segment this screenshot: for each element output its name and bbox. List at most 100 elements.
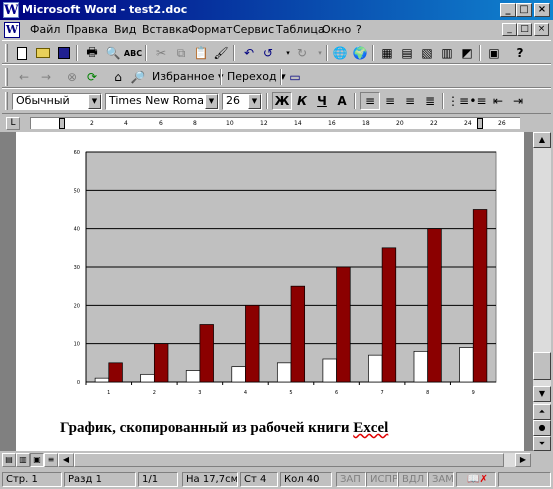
bold-button[interactable]: Ж <box>272 92 292 110</box>
scroll-left-icon[interactable]: ◀ <box>58 453 74 467</box>
menu-window[interactable]: Окно <box>322 23 351 36</box>
save-icon[interactable] <box>54 44 74 62</box>
open-folder-icon[interactable] <box>33 44 53 62</box>
align-center-icon[interactable]: ≡ <box>380 92 400 110</box>
print-icon[interactable]: 🖶 <box>82 44 102 62</box>
favorites-menu[interactable]: Избранное ▾ <box>152 70 224 83</box>
status-rec[interactable]: ЗАП <box>336 472 366 487</box>
align-right-icon[interactable]: ≡ <box>400 92 420 110</box>
spelling-status-icon[interactable]: 📖✗ <box>456 472 496 487</box>
justify-icon[interactable]: ≣ <box>420 92 440 110</box>
toolbar-grip[interactable] <box>5 44 8 62</box>
undo-icon[interactable]: ↶ <box>239 44 259 62</box>
show-only-web-toolbar-icon[interactable]: ▭ <box>285 68 305 86</box>
indent-marker-icon[interactable] <box>59 118 65 129</box>
document-icon[interactable]: W <box>4 22 20 38</box>
word-logo-icon[interactable]: W <box>3 2 19 18</box>
home-icon[interactable]: ⌂ <box>108 68 128 86</box>
select-browse-object-icon[interactable]: ● <box>533 420 551 436</box>
hyperlink-icon[interactable]: 🌐 <box>330 44 350 62</box>
ruler-strip[interactable]: 2 4 6 8 10 12 14 16 18 20 22 24 26 <box>30 117 520 129</box>
toolbar-grip[interactable] <box>5 68 8 86</box>
bar <box>336 266 351 383</box>
menu-edit[interactable]: Правка <box>66 23 108 36</box>
x-tick-label: 2 <box>153 390 156 396</box>
ruler-tick: 20 <box>396 120 404 127</box>
minimize-button[interactable]: _ <box>500 3 516 17</box>
numbering-icon[interactable]: ⋮≡ <box>447 92 469 110</box>
cut-icon[interactable]: ✂ <box>151 44 171 62</box>
align-left-icon[interactable]: ≡ <box>360 92 380 110</box>
chart-caption[interactable]: График, скопированный из рабочей книги E… <box>60 420 388 437</box>
format-painter-icon[interactable]: 🖌 <box>211 44 231 62</box>
menu-file[interactable]: Файл <box>30 23 60 36</box>
decrease-indent-icon[interactable]: ⇤ <box>488 92 508 110</box>
doc-minimize-button[interactable]: _ <box>502 23 517 36</box>
next-page-icon[interactable]: ⏷ <box>533 436 551 451</box>
undo-arrow-icon[interactable]: ↺ <box>258 44 278 62</box>
menu-table[interactable]: Таблица <box>276 23 325 36</box>
menu-format[interactable]: Формат <box>188 23 233 36</box>
office-assistant-icon[interactable]: ? <box>510 44 530 62</box>
font-color-button[interactable]: А <box>332 92 352 110</box>
copy-icon[interactable]: ⧉ <box>171 44 191 62</box>
web-toolbar-icon[interactable]: 🌍 <box>350 44 370 62</box>
bar <box>153 343 169 383</box>
status-trk[interactable]: ИСПР <box>366 472 398 487</box>
page-layout-icon[interactable]: ▣ <box>30 453 44 467</box>
prev-page-icon[interactable]: ⏶ <box>533 404 551 420</box>
new-document-icon[interactable] <box>12 44 32 62</box>
menu-view[interactable]: Вид <box>114 23 136 36</box>
paste-icon[interactable]: 📋 <box>191 44 211 62</box>
document-map-icon[interactable]: ▣ <box>484 44 504 62</box>
back-arrow-icon[interactable]: ← <box>14 68 34 86</box>
close-button[interactable]: × <box>534 3 550 17</box>
document-page[interactable]: 0 10 20 30 40 50 60 1 2 3 4 5 6 7 8 9 График, скопирова… <box>16 132 524 451</box>
insert-excel-icon[interactable]: ▧ <box>417 44 437 62</box>
embedded-chart[interactable]: 0 10 20 30 40 50 60 1 2 3 4 5 6 7 8 9 <box>56 142 516 412</box>
scroll-up-icon[interactable]: ▲ <box>533 132 551 148</box>
outline-view-icon[interactable]: ≡ <box>44 453 58 467</box>
vertical-scrollbar[interactable]: ▲ ▼ ⏶ ● ⏷ <box>533 132 551 451</box>
ruler-tick: 26 <box>498 120 506 127</box>
status-ovr[interactable]: ЗАМ <box>428 472 454 487</box>
bullets-icon[interactable]: •≡ <box>468 92 488 110</box>
status-ext[interactable]: ВДЛ <box>398 472 428 487</box>
refresh-icon[interactable]: ⟳ <box>82 68 102 86</box>
horizontal-scroll-thumb[interactable] <box>74 453 504 467</box>
doc-close-button[interactable]: × <box>534 23 549 36</box>
maximize-button[interactable]: □ <box>516 3 532 17</box>
web-layout-icon[interactable]: ▥ <box>16 453 30 467</box>
horizontal-scroll-track[interactable] <box>74 453 515 467</box>
font-size-select[interactable]: 26 ▼ <box>222 93 262 110</box>
normal-view-icon[interactable]: ▤ <box>2 453 16 467</box>
italic-button[interactable]: К <box>292 92 312 110</box>
ruler-tick: 10 <box>226 120 234 127</box>
scroll-thumb[interactable] <box>533 352 551 380</box>
stop-icon[interactable]: ⊗ <box>62 68 82 86</box>
columns-icon[interactable]: ▥ <box>437 44 457 62</box>
forward-arrow-icon[interactable]: → <box>36 68 56 86</box>
tab-selector-icon[interactable]: L <box>6 117 20 130</box>
increase-indent-icon[interactable]: ⇥ <box>508 92 528 110</box>
font-select[interactable]: Times New Roman ▼ <box>105 93 219 110</box>
doc-restore-button[interactable]: □ <box>517 23 532 36</box>
right-indent-marker-icon[interactable] <box>477 118 483 129</box>
search-web-icon[interactable]: 🔎 <box>128 68 148 86</box>
redo-icon[interactable]: ↻ <box>292 44 312 62</box>
underline-button[interactable]: Ч <box>312 92 332 110</box>
spelling-icon[interactable]: ABC <box>123 44 143 62</box>
scroll-right-icon[interactable]: ▶ <box>515 453 531 467</box>
insert-table-icon[interactable]: ▤ <box>397 44 417 62</box>
x-tick-label: 4 <box>244 390 247 396</box>
menu-insert[interactable]: Вставка <box>142 23 189 36</box>
drawing-icon[interactable]: ◩ <box>457 44 477 62</box>
menu-tools[interactable]: Сервис <box>233 23 274 36</box>
style-select[interactable]: Обычный ▼ <box>12 93 102 110</box>
toolbar-grip[interactable] <box>5 92 8 110</box>
scroll-down-icon[interactable]: ▼ <box>533 386 551 402</box>
menu-help[interactable]: ? <box>356 23 362 36</box>
tables-borders-icon[interactable]: ▦ <box>377 44 397 62</box>
goto-menu[interactable]: Переход ▾ <box>227 70 286 83</box>
print-preview-icon[interactable]: 🔍 <box>103 44 123 62</box>
